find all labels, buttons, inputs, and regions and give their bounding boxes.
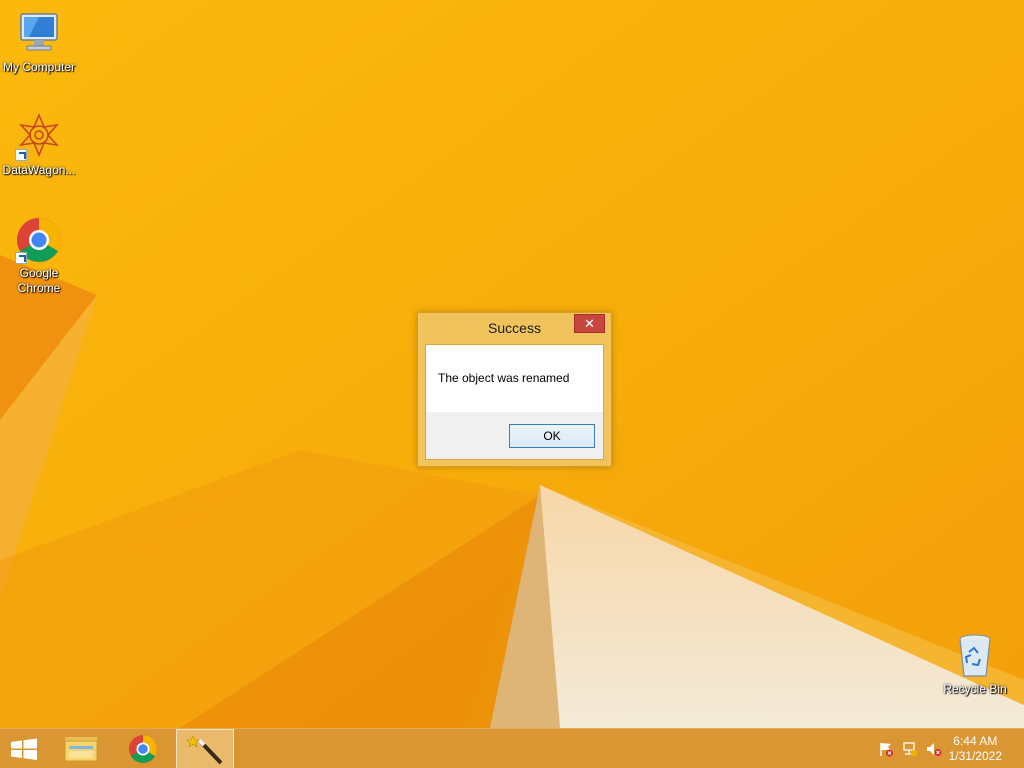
taskbar-chrome[interactable] — [114, 729, 172, 768]
clock-time: 6:44 AM — [953, 734, 998, 748]
close-icon: ✕ — [584, 316, 595, 331]
clock-date: 1/31/2022 — [948, 749, 1002, 763]
system-tray: 6:44 AM 1/31/2022 — [864, 729, 1024, 768]
chrome-icon — [15, 216, 63, 264]
chrome-icon — [129, 735, 157, 763]
desktop-icon-datawagon[interactable]: DataWagon... — [1, 112, 77, 178]
start-button[interactable] — [0, 729, 48, 768]
desktop-icon-recycle-bin[interactable]: Recycle Bin — [937, 632, 1013, 697]
dialog-message: The object was renamed — [438, 371, 570, 385]
desktop-icon-label: Google Chrome — [17, 266, 61, 295]
recycle-bin-icon — [951, 632, 999, 680]
success-dialog: Success ✕ The object was renamed OK — [417, 312, 612, 467]
desktop-icon-label: My Computer — [2, 60, 76, 74]
desktop-icon-google-chrome[interactable]: Google Chrome — [1, 216, 77, 296]
taskbar-active-app[interactable] — [176, 729, 234, 768]
desktop-icon-label: Recycle Bin — [943, 682, 1007, 696]
shortcut-arrow-icon — [15, 252, 27, 264]
dialog-content: The object was renamed OK — [425, 344, 604, 460]
volume-muted-icon[interactable] — [926, 741, 942, 757]
folder-icon — [64, 737, 98, 762]
taskbar-file-explorer[interactable] — [52, 729, 110, 768]
message-area: The object was renamed — [426, 345, 603, 412]
shortcut-arrow-icon — [15, 149, 27, 161]
datawagon-icon — [15, 112, 63, 161]
desktop: My Computer DataWagon... Google Chrome R… — [0, 0, 1024, 728]
ok-button[interactable]: OK — [509, 424, 595, 448]
desktop-icon-my-computer[interactable]: My Computer — [1, 10, 77, 75]
windows-logo-icon — [11, 738, 37, 760]
action-center-flag-icon[interactable] — [878, 741, 894, 757]
computer-icon — [15, 10, 63, 58]
magic-wand-icon — [186, 735, 223, 765]
taskbar: 6:44 AM 1/31/2022 — [0, 728, 1024, 768]
clock[interactable]: 6:44 AM 1/31/2022 — [949, 734, 1002, 764]
network-icon[interactable] — [902, 741, 918, 757]
desktop-icon-label: DataWagon... — [2, 163, 76, 177]
close-button[interactable]: ✕ — [574, 314, 605, 333]
